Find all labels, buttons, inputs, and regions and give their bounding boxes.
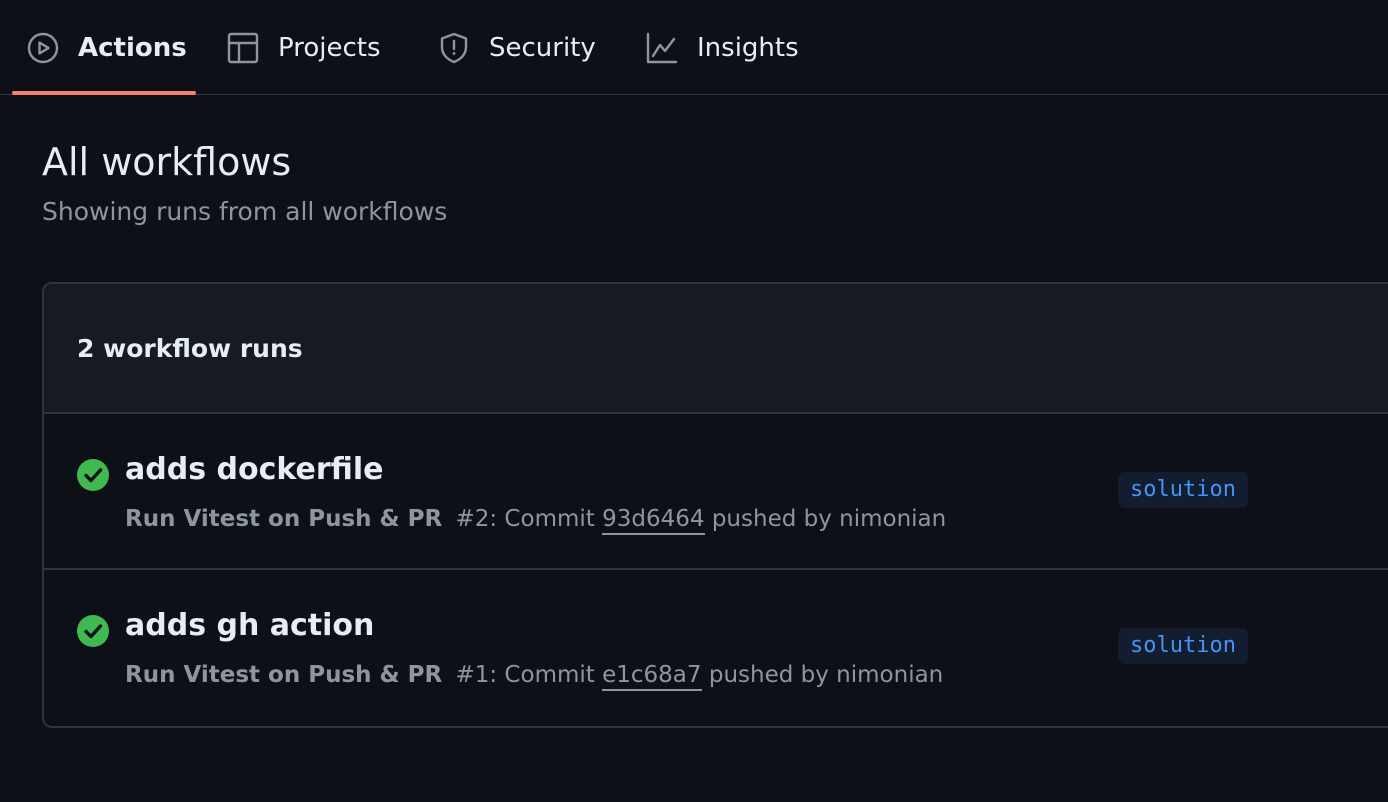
page-subtitle: Showing runs from all workflows — [42, 197, 448, 226]
page-title: All workflows — [42, 140, 292, 184]
commit-prefix: : Commit — [489, 506, 603, 532]
workflow-runs-list: 2 workflow runs adds dockerfile Run Vite… — [42, 282, 1388, 728]
tab-projects[interactable]: Projects — [226, 0, 381, 95]
branch-badge[interactable]: solution — [1118, 472, 1248, 508]
table-icon — [226, 31, 260, 65]
tab-insights[interactable]: Insights — [645, 0, 799, 95]
tab-security[interactable]: Security — [437, 0, 596, 95]
tab-insights-label: Insights — [697, 32, 799, 63]
run-number: #2 — [455, 506, 490, 532]
commit-sha-link[interactable]: e1c68a7 — [602, 662, 702, 691]
repo-tab-bar: Actions Projects Security Insights — [0, 0, 1388, 95]
tab-security-label: Security — [489, 32, 596, 63]
pushed-by: pushed by nimonian — [704, 506, 947, 532]
graph-icon — [645, 31, 679, 65]
tab-actions[interactable]: Actions — [12, 0, 196, 95]
pushed-by: pushed by nimonian — [701, 662, 944, 688]
tab-projects-label: Projects — [278, 32, 381, 63]
workflow-run-row[interactable]: adds dockerfile Run Vitest on Push & PR … — [44, 414, 1388, 570]
run-title-link[interactable]: adds gh action — [125, 608, 374, 643]
check-circle-icon — [76, 458, 110, 492]
commit-prefix: : Commit — [489, 662, 603, 688]
tab-actions-label: Actions — [78, 32, 187, 63]
shield-icon — [437, 31, 471, 65]
workflow-name: Run Vitest on Push & PR — [125, 662, 443, 688]
workflow-run-row[interactable]: adds gh action Run Vitest on Push & PR #… — [44, 570, 1388, 726]
commit-sha-link[interactable]: 93d6464 — [602, 506, 705, 535]
run-meta: Run Vitest on Push & PR #2: Commit 93d64… — [125, 506, 947, 535]
workflow-runs-count: 2 workflow runs — [77, 334, 303, 363]
workflow-name: Run Vitest on Push & PR — [125, 506, 443, 532]
run-meta: Run Vitest on Push & PR #1: Commit e1c68… — [125, 662, 944, 691]
branch-badge[interactable]: solution — [1118, 628, 1248, 664]
runs-list-header: 2 workflow runs — [44, 284, 1388, 414]
run-title-link[interactable]: adds dockerfile — [125, 452, 384, 487]
play-circle-icon — [26, 31, 60, 65]
run-number: #1 — [455, 662, 490, 688]
check-circle-icon — [76, 614, 110, 648]
